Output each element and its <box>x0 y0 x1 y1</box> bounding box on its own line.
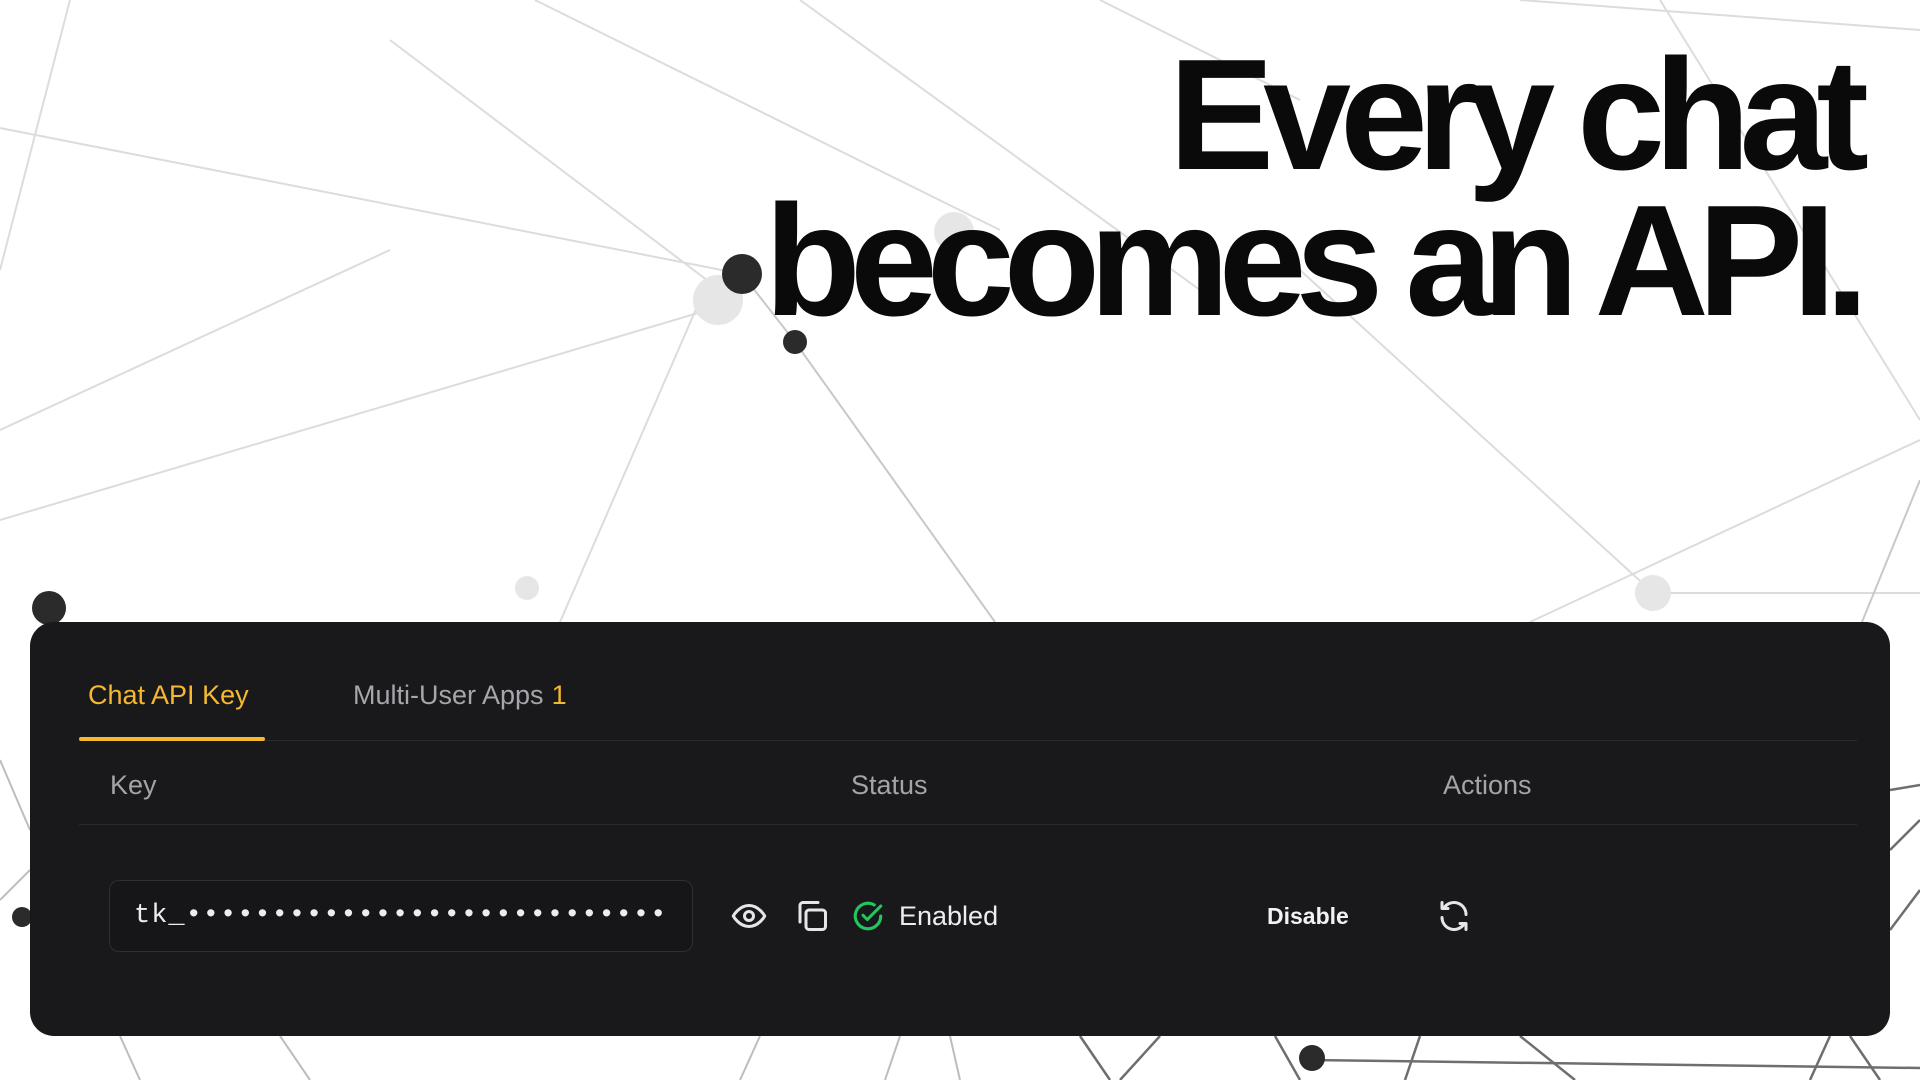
eye-icon[interactable] <box>731 898 767 934</box>
column-header-key: Key <box>110 770 157 800</box>
column-header-actions: Actions <box>1443 770 1532 800</box>
tab-chat-api-key[interactable]: Chat API Key <box>79 680 258 711</box>
table-row: tk_•••••••••••••••••••••••••••• Enabled … <box>79 880 1857 954</box>
api-key-field[interactable]: tk_•••••••••••••••••••••••••••• <box>109 880 693 952</box>
tab-multi-user-apps-label: Multi-User Apps <box>353 680 544 710</box>
tab-chat-api-key-label: Chat API Key <box>88 680 249 710</box>
headline-line-1: Every chat <box>1168 27 1869 203</box>
hero-headline: Every chat becomes an API. <box>764 27 1869 349</box>
check-circle-icon <box>853 901 883 931</box>
active-tab-indicator <box>79 737 265 741</box>
copy-icon[interactable] <box>794 898 830 934</box>
tab-count-badge: 1 <box>551 680 567 710</box>
api-key-panel: Chat API Key Multi-User Apps 1 Key Status… <box>30 622 1890 1036</box>
column-header-status: Status <box>851 770 928 800</box>
headline-line-2: becomes an API. <box>764 173 1869 349</box>
disable-button[interactable]: Disable <box>1267 896 1349 936</box>
status-badge: Enabled <box>851 880 998 952</box>
tab-multi-user-apps[interactable]: Multi-User Apps 1 <box>353 680 567 711</box>
tab-bar: Chat API Key Multi-User Apps 1 <box>79 652 1857 741</box>
table-header: Key Status Actions <box>79 746 1857 825</box>
status-label: Enabled <box>899 900 999 931</box>
refresh-icon[interactable] <box>1436 898 1472 934</box>
